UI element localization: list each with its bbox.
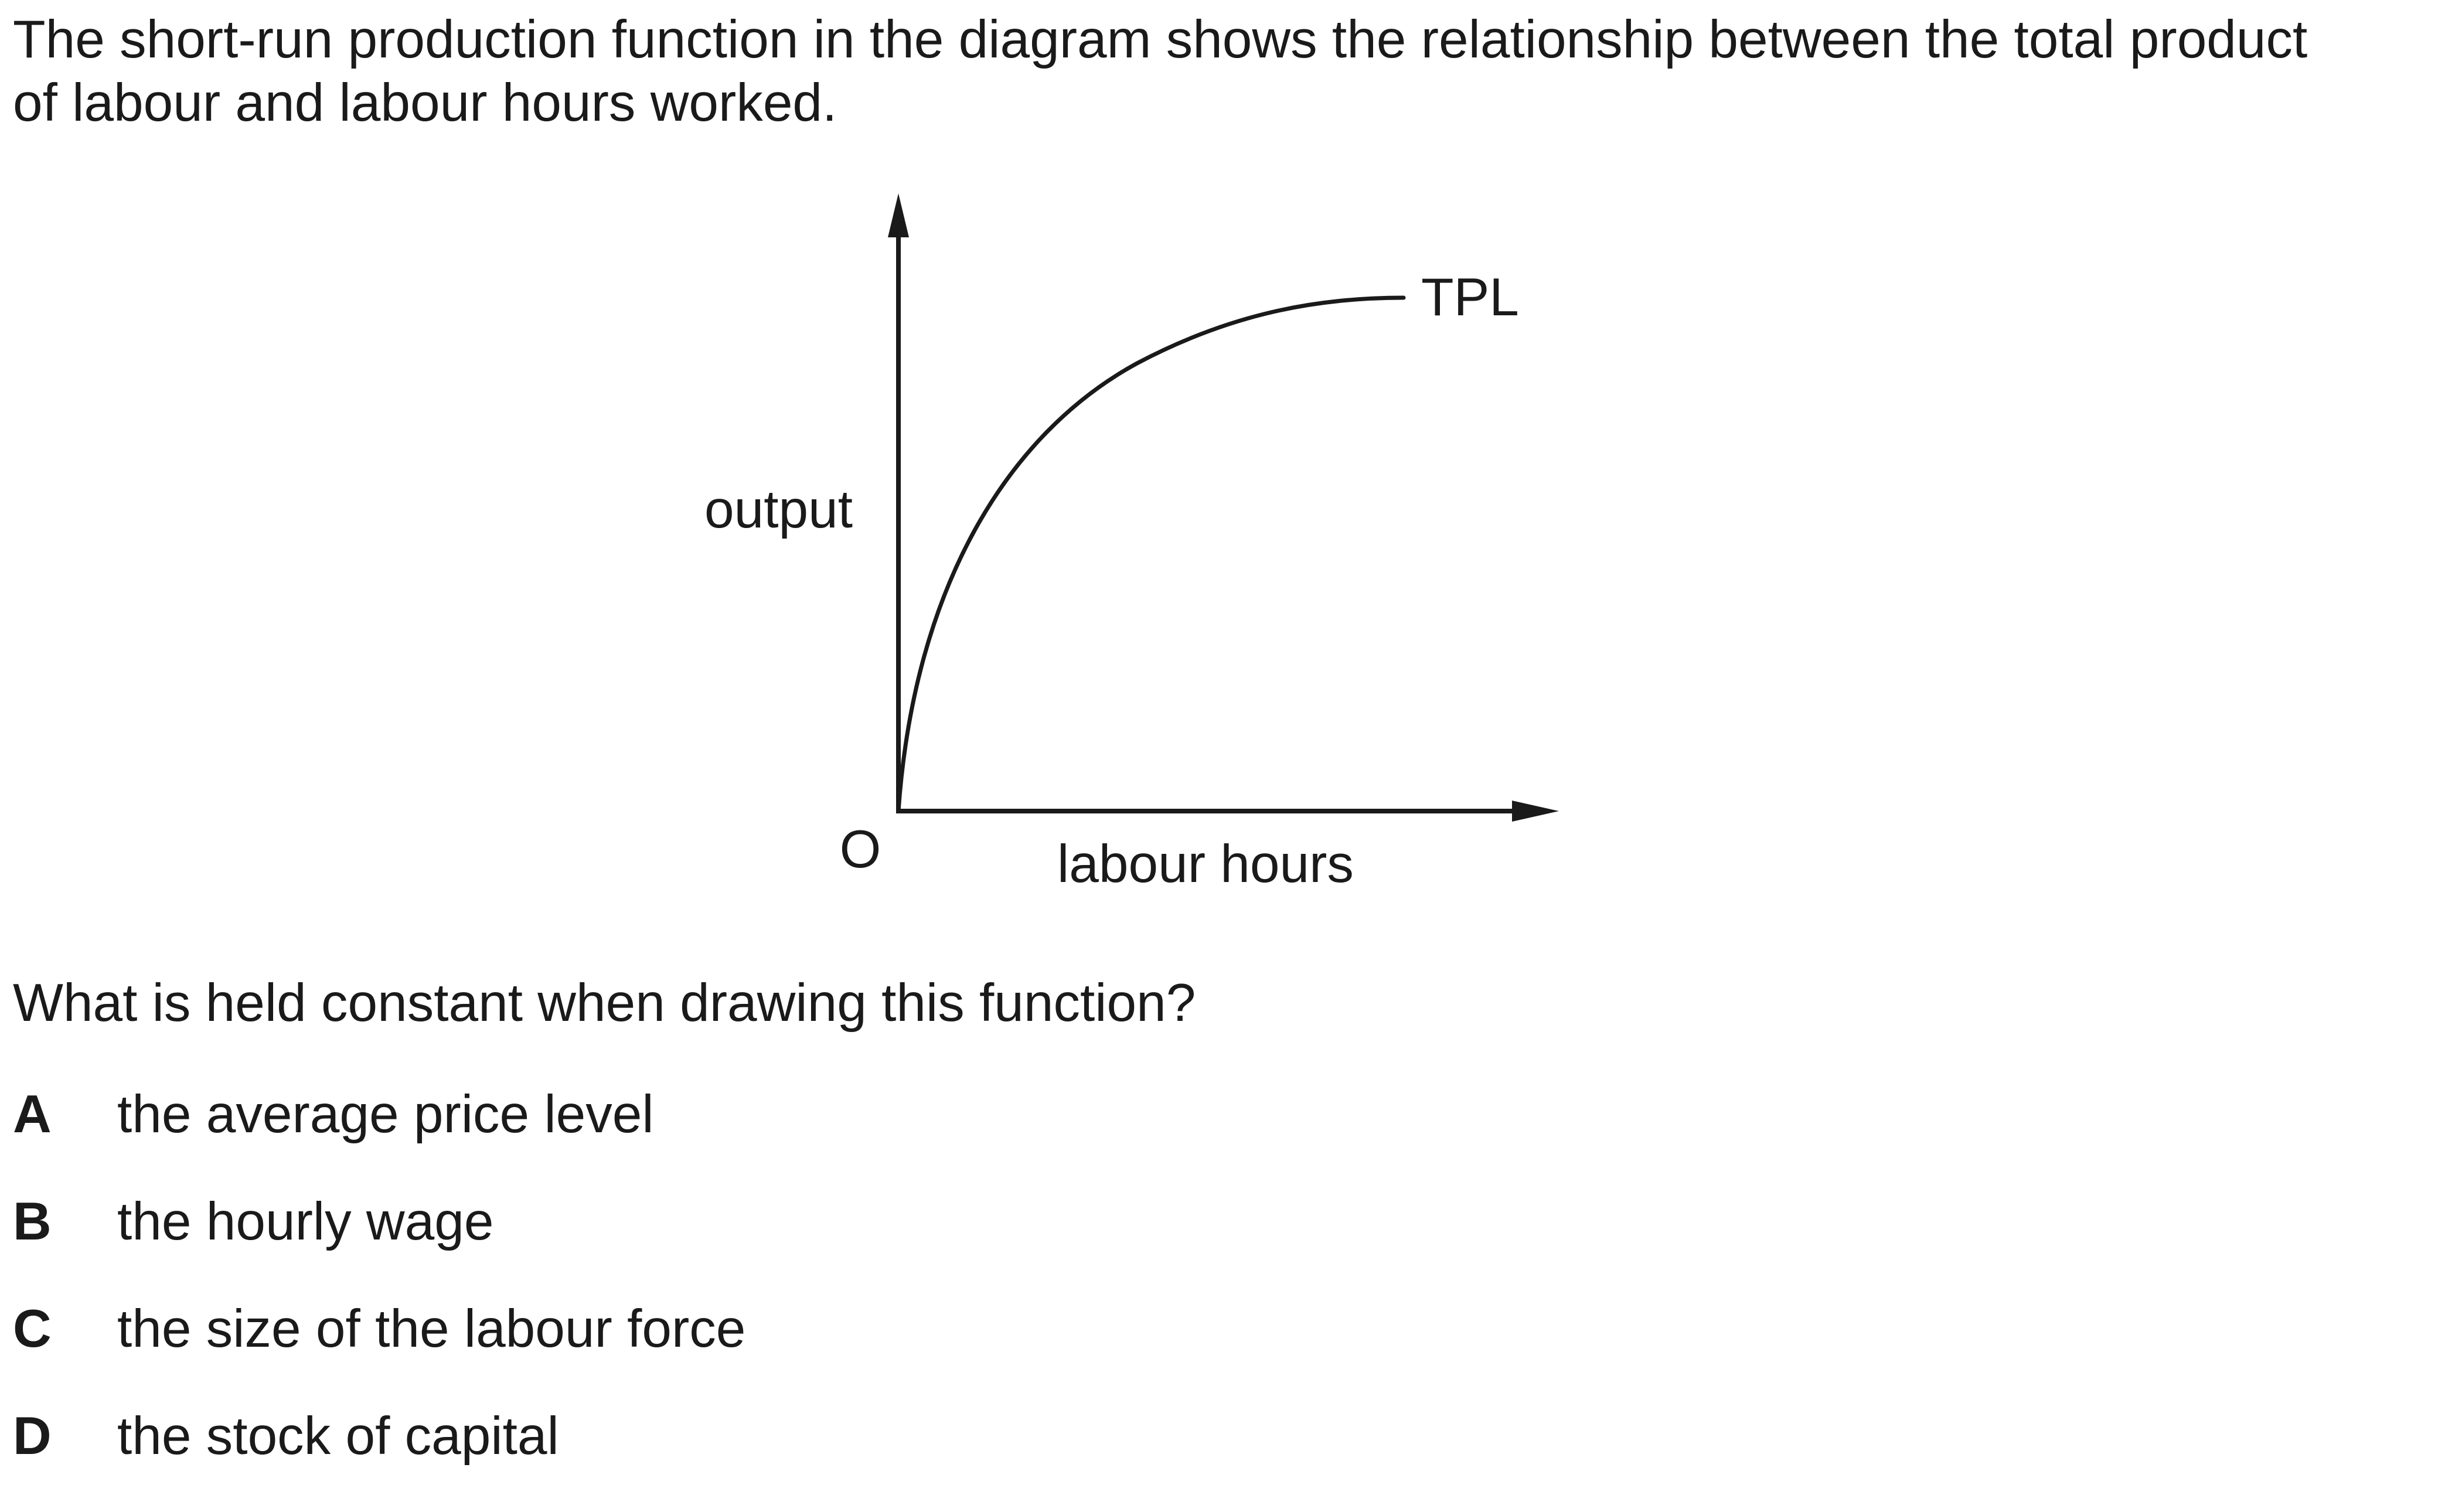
answer-options: A the average price level B the hourly w… <box>13 1083 745 1512</box>
option-text: the average price level <box>117 1085 654 1144</box>
option-d[interactable]: D the stock of capital <box>13 1405 745 1512</box>
question-prompt: What is held constant when drawing this … <box>13 973 1196 1033</box>
y-axis-label: output <box>704 480 853 539</box>
tpl-curve-label: TPL <box>1421 268 1519 327</box>
option-text: the stock of capital <box>117 1407 559 1466</box>
x-axis-label: labour hours <box>1057 835 1354 894</box>
tpl-curve <box>896 295 1406 813</box>
option-c[interactable]: C the size of the labour force <box>13 1298 745 1405</box>
origin-label: O <box>840 820 881 879</box>
option-a[interactable]: A the average price level <box>13 1083 745 1190</box>
option-b[interactable]: B the hourly wage <box>13 1190 745 1298</box>
production-function-diagram: TPL output O labour hours <box>704 193 1559 894</box>
option-text: the size of the labour force <box>117 1299 746 1358</box>
option-letter: D <box>13 1407 52 1466</box>
option-letter: C <box>13 1299 52 1358</box>
option-letter: A <box>13 1085 52 1144</box>
x-axis-arrowhead <box>1512 801 1559 822</box>
option-letter: B <box>13 1192 52 1251</box>
y-axis-arrowhead <box>888 193 909 237</box>
option-text: the hourly wage <box>117 1192 494 1251</box>
